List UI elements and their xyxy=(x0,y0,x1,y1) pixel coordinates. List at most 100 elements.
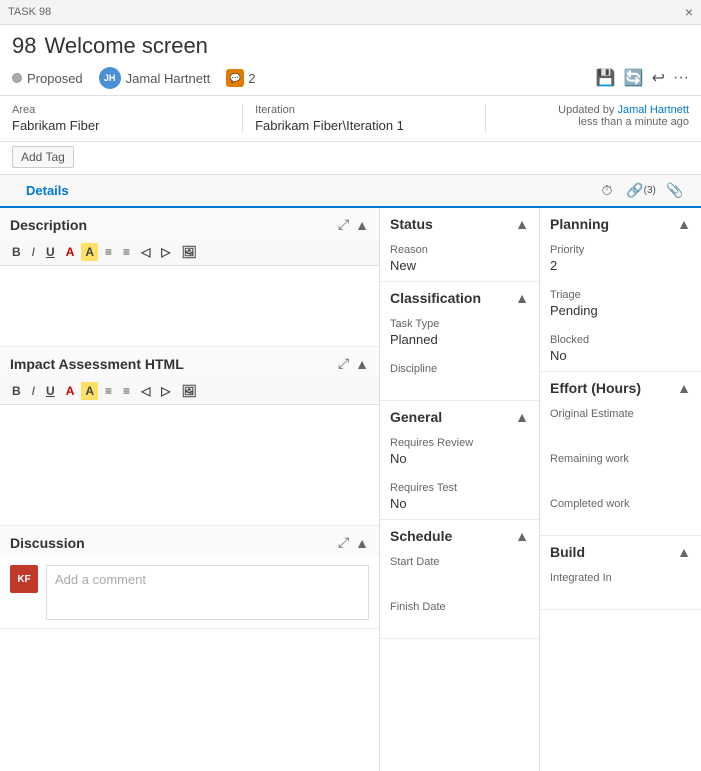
requires-test-value[interactable]: No xyxy=(390,496,529,511)
impact-collapse-button[interactable]: ▲ xyxy=(355,356,369,372)
discussion-header: Discussion ⤢ ▲ xyxy=(0,526,379,557)
comment-input[interactable]: Add a comment xyxy=(46,565,369,620)
impact-assessment-title: Impact Assessment HTML xyxy=(10,356,184,372)
description-expand-button[interactable]: ⤢ xyxy=(338,216,349,233)
iteration-value[interactable]: Fabrikam Fiber\Iteration 1 xyxy=(255,118,473,133)
impact-editor[interactable] xyxy=(0,405,379,525)
impact-expand-button[interactable]: ⤢ xyxy=(338,355,349,372)
impact-ul-button[interactable]: ≡ xyxy=(101,382,116,400)
discussion-section: Discussion ⤢ ▲ KF Add a comment xyxy=(0,526,379,629)
general-section: General ▲ Requires Review No Requires Te… xyxy=(380,401,539,520)
assignee-name: Jamal Hartnett xyxy=(126,71,211,86)
add-tag-button[interactable]: Add Tag xyxy=(12,146,74,168)
underline-button[interactable]: U xyxy=(42,243,59,261)
triage-label: Triage xyxy=(550,289,691,301)
integrated-in-value[interactable] xyxy=(550,586,691,601)
ul-button[interactable]: ≡ xyxy=(101,243,116,261)
refresh-button[interactable]: 🔄 xyxy=(624,68,644,88)
more-options-button[interactable]: ··· xyxy=(673,69,689,87)
title-bar: TASK 98 × xyxy=(0,0,701,25)
highlight-button[interactable]: A xyxy=(81,243,98,261)
requires-test-label: Requires Test xyxy=(390,482,529,494)
discussion-collapse-button[interactable]: ▲ xyxy=(355,535,369,551)
completed-work-value[interactable] xyxy=(550,512,691,527)
impact-highlight-button[interactable]: A xyxy=(81,382,98,400)
bold-button[interactable]: B xyxy=(8,243,25,261)
triage-value[interactable]: Pending xyxy=(550,303,691,318)
updated-info: Updated by Jamal Hartnett less than a mi… xyxy=(558,104,689,128)
schedule-collapse-button[interactable]: ▲ xyxy=(515,528,529,544)
links-icon[interactable]: 🔗 (3) xyxy=(627,177,655,205)
ol-button[interactable]: ≡ xyxy=(119,243,134,261)
impact-controls: ⤢ ▲ xyxy=(338,355,369,372)
area-value[interactable]: Fabrikam Fiber xyxy=(12,118,230,133)
image-button[interactable]: 🖼 xyxy=(178,243,201,261)
classification-collapse-button[interactable]: ▲ xyxy=(515,290,529,306)
blocked-value[interactable]: No xyxy=(550,348,691,363)
impact-underline-button[interactable]: U xyxy=(42,382,59,400)
status-collapse-button[interactable]: ▲ xyxy=(515,216,529,232)
updated-by-link[interactable]: Jamal Hartnett xyxy=(617,104,689,116)
main-content: Description ⤢ ▲ B I U A A ≡ ≡ ◁ ▷ 🖼 xyxy=(0,208,701,771)
general-collapse-button[interactable]: ▲ xyxy=(515,409,529,425)
tabs-row: Details ⏱ 🔗 (3) 📎 xyxy=(0,175,701,208)
impact-font-color-button[interactable]: A xyxy=(62,382,79,400)
planning-header: Planning ▲ xyxy=(540,208,701,236)
classification-section: Classification ▲ Task Type Planned Disci… xyxy=(380,282,539,401)
discussion-content: KF Add a comment xyxy=(0,557,379,628)
reason-field: Reason New xyxy=(380,236,539,281)
impact-bold-button[interactable]: B xyxy=(8,382,25,400)
font-color-button[interactable]: A xyxy=(62,243,79,261)
tags-row: Add Tag xyxy=(0,142,701,175)
start-date-value[interactable] xyxy=(390,570,529,585)
task-type-value[interactable]: Planned xyxy=(390,332,529,347)
finish-date-value[interactable] xyxy=(390,615,529,630)
requires-review-field: Requires Review No xyxy=(380,429,539,474)
discipline-value[interactable] xyxy=(390,377,529,392)
impact-indent-button[interactable]: ▷ xyxy=(157,382,174,400)
classification-title: Classification xyxy=(390,290,481,306)
integrated-in-field: Integrated In xyxy=(540,564,701,609)
task-number: 98 xyxy=(12,33,36,59)
general-header: General ▲ xyxy=(380,401,539,429)
attachment-icon[interactable]: 📎 xyxy=(661,177,689,205)
history-icon[interactable]: ⏱ xyxy=(593,177,621,205)
discussion-expand-button[interactable]: ⤢ xyxy=(338,534,349,551)
requires-review-value[interactable]: No xyxy=(390,451,529,466)
impact-outdent-button[interactable]: ◁ xyxy=(137,382,154,400)
start-date-label: Start Date xyxy=(390,556,529,568)
status-badge: Proposed xyxy=(12,71,83,86)
iteration-field: Iteration Fabrikam Fiber\Iteration 1 xyxy=(255,104,473,133)
effort-header: Effort (Hours) ▲ xyxy=(540,372,701,400)
undo-button[interactable]: ↩ xyxy=(652,68,665,88)
reason-value[interactable]: New xyxy=(390,258,529,273)
original-estimate-value[interactable] xyxy=(550,422,691,437)
impact-ol-button[interactable]: ≡ xyxy=(119,382,134,400)
requires-review-label: Requires Review xyxy=(390,437,529,449)
close-button[interactable]: × xyxy=(685,4,693,20)
planning-collapse-button[interactable]: ▲ xyxy=(677,216,691,232)
description-collapse-button[interactable]: ▲ xyxy=(355,217,369,233)
comment-badge: 💬 2 xyxy=(226,69,255,87)
general-title: General xyxy=(390,409,442,425)
build-section: Build ▲ Integrated In xyxy=(540,536,701,610)
impact-image-button[interactable]: 🖼 xyxy=(178,382,201,400)
completed-work-field: Completed work xyxy=(540,490,701,535)
schedule-title: Schedule xyxy=(390,528,452,544)
save-button[interactable]: 💾 xyxy=(596,68,616,88)
italic-button[interactable]: I xyxy=(28,243,39,261)
description-editor[interactable] xyxy=(0,266,379,346)
outdent-button[interactable]: ◁ xyxy=(137,243,154,261)
indent-button[interactable]: ▷ xyxy=(157,243,174,261)
area-label: Area xyxy=(12,104,230,116)
build-collapse-button[interactable]: ▲ xyxy=(677,544,691,560)
effort-collapse-button[interactable]: ▲ xyxy=(677,380,691,396)
priority-value[interactable]: 2 xyxy=(550,258,691,273)
tab-details[interactable]: Details xyxy=(12,175,83,208)
impact-italic-button[interactable]: I xyxy=(28,382,39,400)
build-title: Build xyxy=(550,544,585,560)
blocked-field: Blocked No xyxy=(540,326,701,371)
remaining-work-value[interactable] xyxy=(550,467,691,482)
comment-icon: 💬 xyxy=(226,69,244,87)
field-divider xyxy=(242,104,243,133)
